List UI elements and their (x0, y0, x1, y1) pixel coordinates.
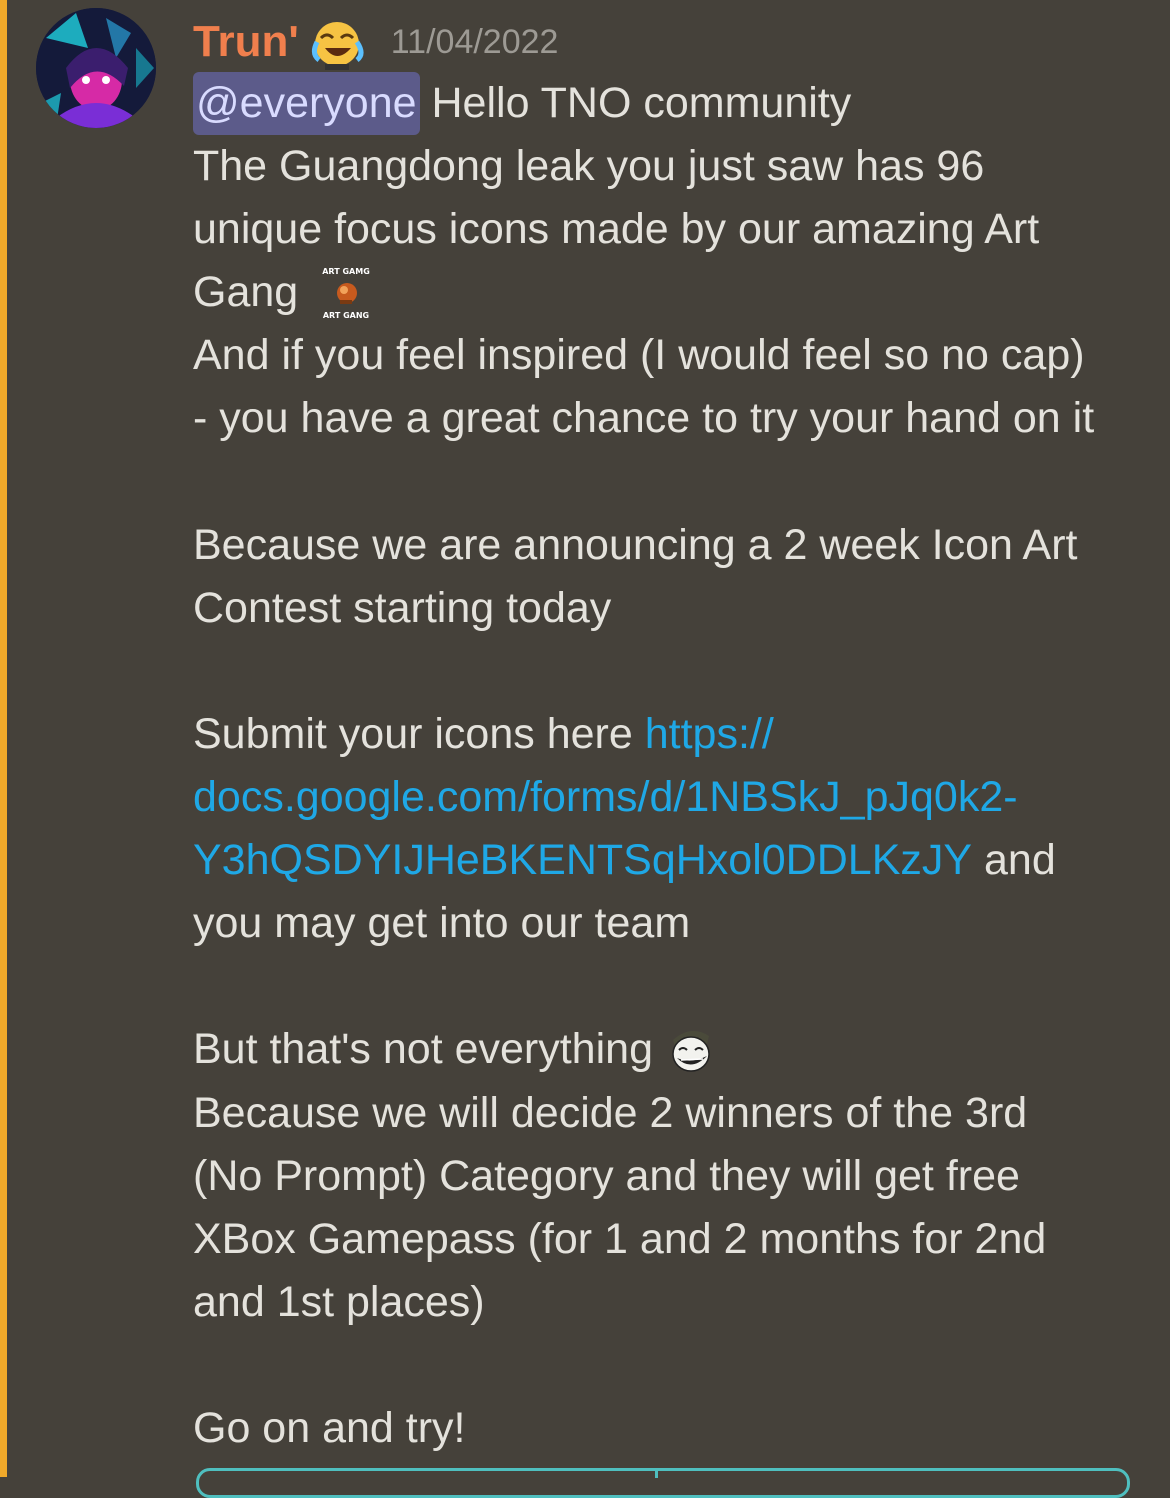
art-gang-emoji-icon[interactable]: ART GAMG ART GANG (314, 265, 378, 321)
line-text: Contest starting today (193, 583, 612, 632)
line-text: Submit your icons here (193, 709, 645, 758)
message-line: - you have a great chance to try your ha… (193, 387, 1143, 450)
form-link[interactable]: Y3hQSDYIJHeBKENTSqHxol0DDLKzJY (193, 829, 972, 892)
line-text: Hello TNO community (419, 79, 852, 127)
message-line: Go on and try! (193, 1397, 1143, 1460)
line-text: and (972, 836, 1056, 885)
svg-text:ART GAMG: ART GAMG (322, 267, 370, 276)
message-line: Gang ART GAMG ART GANG (193, 261, 1143, 324)
message-line: Because we will decide 2 winners of the … (193, 1082, 1143, 1145)
line-text: - you have a great chance to try your ha… (193, 394, 1095, 443)
line-text: And if you feel inspired (I would feel s… (193, 331, 1085, 380)
message-header: Trun' 11/04/2022 (193, 14, 558, 70)
message-line: XBox Gamepass (for 1 and 2 months for 2n… (193, 1208, 1143, 1271)
line-text: unique focus icons made by our amazing A… (193, 205, 1040, 254)
line-text: and 1st places) (193, 1277, 485, 1326)
message-line: But that's not everything (193, 1018, 1143, 1081)
message-line: Submit your icons here https:// (193, 703, 1143, 766)
line-text: Go on and try! (193, 1403, 466, 1452)
message-line: docs.google.com/forms/d/1NBSkJ_pJq0k2- (193, 766, 1143, 829)
form-link[interactable]: https:// (645, 703, 774, 766)
author-name[interactable]: Trun' (193, 14, 299, 70)
line-text: you may get into our team (193, 899, 691, 948)
svg-text:ART GANG: ART GANG (323, 311, 369, 320)
message-line: (No Prompt) Category and they will get f… (193, 1145, 1143, 1208)
line-text: The Guangdong leak you just saw has 96 (193, 142, 985, 191)
message-line: and 1st places) (193, 1271, 1143, 1334)
user-avatar[interactable] (36, 8, 156, 128)
line-text: (No Prompt) Category and they will get f… (193, 1151, 1020, 1200)
message-line: Because we are announcing a 2 week Icon … (193, 514, 1143, 577)
everyone-mention[interactable]: @everyone (193, 72, 420, 136)
message-timestamp: 11/04/2022 (390, 23, 559, 61)
avatar-image-icon (36, 8, 156, 128)
line-text: Because we are announcing a 2 week Icon … (193, 520, 1078, 569)
mention-highlight-bar (0, 0, 7, 1477)
crying-laughing-face-icon[interactable] (311, 14, 367, 70)
form-link[interactable]: docs.google.com/forms/d/1NBSkJ_pJq0k2- (193, 766, 1018, 829)
line-text: But that's not everything (193, 1025, 665, 1074)
message-content: @everyone Hello TNO community The Guangd… (193, 72, 1143, 1460)
message-line: Y3hQSDYIJHeBKENTSqHxol0DDLKzJY and (193, 829, 1143, 892)
message-line: The Guangdong leak you just saw has 96 (193, 135, 1143, 198)
line-text: XBox Gamepass (for 1 and 2 months for 2n… (193, 1214, 1047, 1263)
message-line: Contest starting today (193, 577, 1143, 640)
message-line: @everyone Hello TNO community (193, 72, 1143, 136)
message-line: you may get into our team (193, 892, 1143, 955)
line-text: Because we will decide 2 winners of the … (193, 1088, 1028, 1137)
message-line: unique focus icons made by our amazing A… (193, 198, 1143, 261)
trollface-emoji-icon[interactable] (667, 1026, 715, 1074)
message-line: And if you feel inspired (I would feel s… (193, 324, 1143, 387)
line-text: Gang (193, 268, 311, 317)
embed-preview-edge[interactable] (196, 1468, 1130, 1498)
